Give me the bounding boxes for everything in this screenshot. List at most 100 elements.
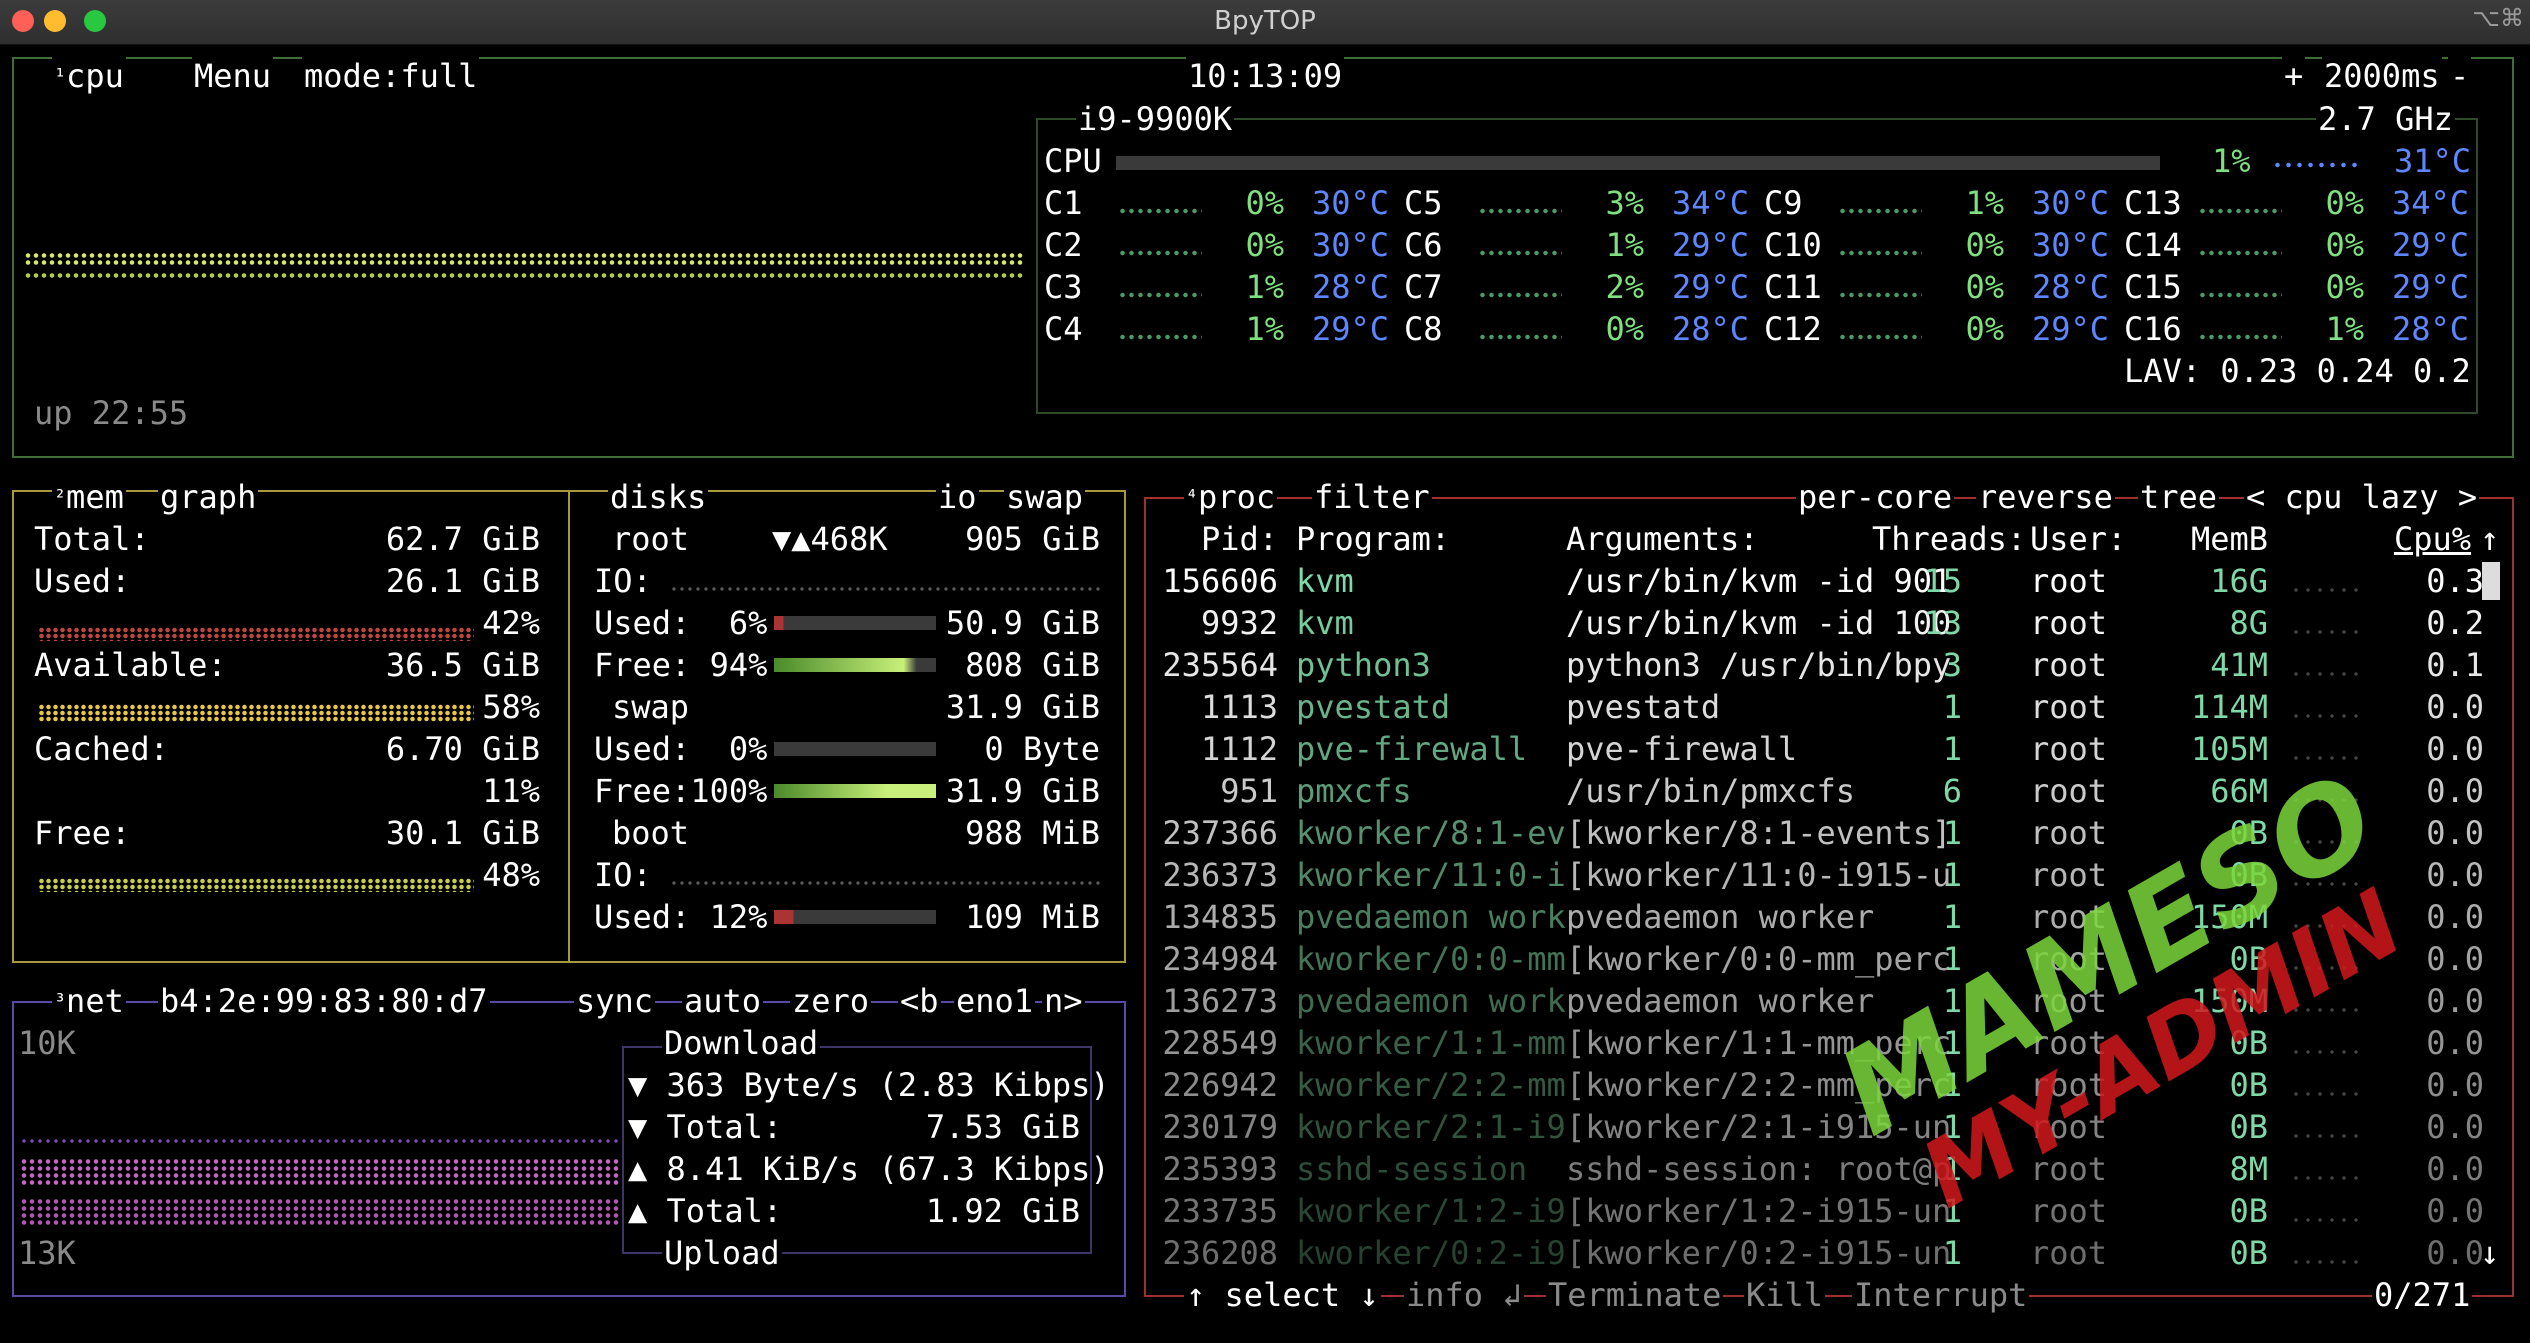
proc-header-cpu[interactable]: Cpu%	[2394, 519, 2471, 559]
net-zero-toggle[interactable]: zero	[790, 981, 872, 1021]
proc-header-threads[interactable]: Threads:	[1872, 519, 2026, 559]
table-row[interactable]: 236208 kworker/0:2-i9 [kworker/0:2-i915-un…	[1150, 1233, 2484, 1273]
cpu-total-label: CPU	[1044, 142, 1102, 180]
table-row[interactable]: 9932 kvm/usr/bin/kvm -id 100 13 root 8G 0.2	[1150, 603, 2484, 643]
proc-scroll-up-arrow[interactable]: ↑	[2480, 519, 2499, 559]
table-row[interactable]: 156606 kvm/usr/bin/kvm -id 901 15 root 16G 0.…	[1150, 561, 2484, 601]
table-row[interactable]: 230179 kworker/2:1-i9 [kworker/2:1-i915-un…	[1150, 1107, 2484, 1147]
proc-pid: 136273	[1162, 982, 1278, 1020]
cpu-core-percent: 0%	[1965, 268, 2004, 306]
cpu-frequency: 2.7 GHz	[2316, 99, 2455, 139]
proc-box-title[interactable]: ⁴proc	[1184, 477, 1278, 517]
net-next-interface-button[interactable]: n>	[1042, 981, 1085, 1021]
proc-cpu-minigraph	[2290, 797, 2360, 803]
proc-scrollbar-thumb[interactable]	[2482, 562, 2500, 600]
proc-mem: 150M	[2190, 898, 2268, 936]
cpu-core-temp: 29°C	[2392, 268, 2470, 306]
menu-button[interactable]: Menu	[192, 56, 274, 96]
table-row[interactable]: 134835 pvedaemon work pvedaemon worker 1 roo…	[1150, 897, 2484, 937]
proc-per-core-toggle[interactable]: per-core	[1796, 477, 1955, 517]
net-box-title[interactable]: ³net	[52, 981, 126, 1021]
proc-mem: 105M	[2190, 730, 2268, 768]
table-row[interactable]: 235393 sshd-session sshd-session: root@p 1 r…	[1150, 1149, 2484, 1189]
proc-reverse-toggle[interactable]: reverse	[1976, 477, 2115, 517]
proc-interrupt-button[interactable]: Interrupt	[1852, 1275, 2030, 1315]
cpu-core-percent: 0%	[1245, 184, 1284, 222]
proc-info-button[interactable]: info ↲	[1404, 1275, 1524, 1315]
proc-pid: 951	[1220, 772, 1278, 810]
table-row[interactable]: 235564 python3 python3 /usr/bin/bpy 3 root 41…	[1150, 645, 2484, 685]
proc-cpu: 0.0	[2426, 1192, 2484, 1230]
proc-header-arguments[interactable]: Arguments:	[1566, 519, 1759, 559]
table-row[interactable]: 951 pmxcfs/usr/bin/pmxcfs 6 root 66M 0.0	[1150, 771, 2484, 811]
mem-available-meter	[38, 704, 474, 722]
proc-user: root	[2030, 1024, 2108, 1062]
mem-used-meter	[38, 627, 474, 641]
disks-swap-toggle[interactable]: swap	[1004, 477, 1086, 517]
disks-io-toggle[interactable]: io	[936, 477, 979, 517]
proc-mem: 150M	[2190, 982, 2268, 1020]
cpu-core-minigraph	[2198, 333, 2282, 341]
net-prev-interface-button[interactable]: <b	[898, 981, 941, 1021]
table-row[interactable]: 1112 pve-firewall pve-firewall 1 root 105M 0.0	[1150, 729, 2484, 769]
table-row[interactable]: 233735 kworker/1:2-i9 [kworker/1:2-i915-un…	[1150, 1191, 2484, 1231]
proc-arguments: pvedaemon worker	[1566, 982, 1875, 1020]
interval-increase-button[interactable]: +	[2282, 56, 2306, 96]
interval-decrease-button[interactable]: -	[2448, 56, 2472, 96]
table-row[interactable]: 1113 pvestatd pvestatd 1 root 114M 0.0	[1150, 687, 2484, 727]
table-row[interactable]: 236373 kworker/11:0-i [kworker/11:0-i915-u…	[1150, 855, 2484, 895]
mem-free-percent: 48%	[482, 856, 540, 894]
proc-header-program[interactable]: Program:	[1296, 519, 1450, 559]
proc-pid: 9932	[1200, 604, 1278, 642]
cpu-core-temp: 30°C	[1312, 226, 1390, 264]
mem-cached-percent: 11%	[482, 772, 540, 810]
net-auto-toggle[interactable]: auto	[682, 981, 764, 1021]
cpu-box-title[interactable]: ¹cpu	[52, 56, 126, 96]
cpu-core-minigraph	[1118, 291, 1202, 299]
proc-mem: 0B	[2229, 1066, 2268, 1104]
clock: 10:13:09	[1186, 56, 1345, 96]
cpu-core-temp: 34°C	[2392, 184, 2470, 222]
table-row[interactable]: 228549 kworker/1:1-mm [kworker/1:1-mm_perc…	[1150, 1023, 2484, 1063]
net-sync-toggle[interactable]: sync	[574, 981, 656, 1021]
disk-boot-used-label: Used: 12%	[594, 898, 768, 936]
mem-graph-toggle[interactable]: graph	[158, 477, 259, 517]
table-row[interactable]: 234984 kworker/0:0-mm [kworker/0:0-mm_perc…	[1150, 939, 2484, 979]
cpu-core-percent: 1%	[2325, 310, 2364, 348]
proc-filter-button[interactable]: filter	[1312, 477, 1432, 517]
proc-terminate-button[interactable]: Terminate	[1546, 1275, 1724, 1315]
proc-select-control[interactable]: ↑ select ↓	[1184, 1275, 1381, 1315]
table-row[interactable]: 226942 kworker/2:2-mm [kworker/2:2-mm_perc…	[1150, 1065, 2484, 1105]
net-download-scale: 10K	[18, 1024, 76, 1062]
disk-root-io-label: IO:	[594, 562, 652, 600]
proc-program: kworker/2:2-mm	[1296, 1066, 1566, 1104]
mode-button[interactable]: mode:full	[302, 56, 480, 96]
proc-threads: 15	[1923, 562, 1962, 600]
mem-total-value: 62.7 GiB	[385, 520, 540, 558]
cpu-core-label: C10	[1764, 226, 1822, 264]
proc-cpu-minigraph	[2290, 1217, 2360, 1223]
proc-cpu-minigraph	[2290, 1259, 2360, 1265]
proc-user: root	[2030, 688, 2108, 726]
proc-cpu: 0.0	[2426, 1024, 2484, 1062]
mem-box-title[interactable]: ²mem	[52, 477, 126, 517]
mem-free-label: Free:	[34, 814, 131, 852]
proc-kill-button[interactable]: Kill	[1744, 1275, 1826, 1315]
proc-mem: 0B	[2229, 814, 2268, 852]
proc-header-user[interactable]: User:	[2030, 519, 2126, 559]
proc-tree-toggle[interactable]: tree	[2138, 477, 2220, 517]
proc-sort-selector[interactable]: < cpu lazy >	[2244, 477, 2480, 517]
disk-swap-name: swap	[612, 688, 690, 726]
table-row[interactable]: 237366 kworker/8:1-ev [kworker/8:1-events]…	[1150, 813, 2484, 853]
table-row[interactable]: 136273 pvedaemon work pvedaemon worker 1 roo…	[1150, 981, 2484, 1021]
proc-header-pid[interactable]: Pid:	[1150, 519, 1278, 559]
proc-cpu-minigraph	[2290, 923, 2360, 929]
cpu-core-label: C5	[1404, 184, 1443, 222]
proc-header-mem[interactable]: MemB	[2160, 519, 2268, 559]
proc-cpu: 0.0	[2426, 940, 2484, 978]
disks-box-title[interactable]: disks	[608, 477, 709, 517]
window-title: BpyTOP	[1214, 6, 1316, 36]
cpu-core-percent: 0%	[1965, 226, 2004, 264]
uptime: up 22:55	[34, 394, 189, 432]
proc-cpu-minigraph	[2290, 713, 2360, 719]
